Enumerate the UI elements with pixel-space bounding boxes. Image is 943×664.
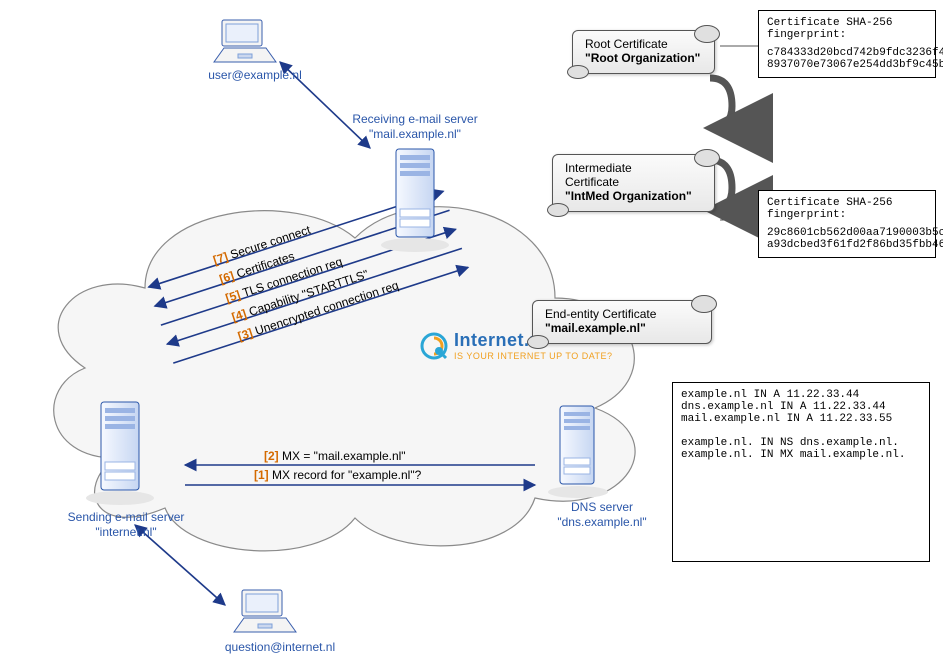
question-label: question@internet.nl — [210, 640, 350, 655]
sending-server-host: "internet.nl" — [95, 525, 156, 539]
fingerprint-header-1: Certificate SHA-256 fingerprint: — [767, 17, 927, 41]
fingerprint-end: 29c8601cb562d00aa7190003b5c17e61 a93dcbe… — [767, 227, 927, 251]
dns-server-label: DNS server "dns.example.nl" — [542, 500, 662, 530]
receiving-server-host: "mail.example.nl" — [369, 127, 461, 141]
cert-end-line1: End-entity Certificate — [545, 307, 701, 321]
step-2-num: [2] — [264, 449, 279, 463]
laptop-icon — [210, 18, 280, 66]
step-2-text: MX = "mail.example.nl" — [279, 449, 406, 463]
cert-end-scroll: End-entity Certificate "mail.example.nl" — [532, 300, 712, 344]
dns-server-host: "dns.example.nl" — [557, 515, 646, 529]
logo-icon — [420, 332, 448, 360]
step-1-num: [1] — [254, 468, 269, 482]
receiving-server-title: Receiving e-mail server — [352, 112, 477, 126]
server-icon — [370, 145, 460, 255]
receiving-server-label: Receiving e-mail server "mail.example.nl… — [325, 112, 505, 142]
step-2: [2] MX = "mail.example.nl" — [264, 449, 406, 463]
sending-server — [75, 398, 165, 511]
question-laptop — [230, 588, 300, 639]
sending-server-label: Sending e-mail server "internet.nl" — [56, 510, 196, 540]
logo-line2: IS YOUR INTERNET UP TO DATE? — [454, 351, 613, 361]
server-icon — [75, 398, 165, 508]
cert-int-line1: Intermediate — [565, 161, 704, 175]
fingerprint-header-2: Certificate SHA-256 fingerprint: — [767, 197, 927, 221]
step-1: [1] MX record for "example.nl"? — [254, 468, 421, 482]
sending-server-title: Sending e-mail server — [68, 510, 185, 524]
fingerprint-root-box: Certificate SHA-256 fingerprint: c784333… — [758, 10, 936, 78]
dns-server — [538, 402, 618, 505]
laptop-icon — [230, 588, 300, 636]
cert-int-line1b: Certificate — [565, 175, 704, 189]
step-1-text: MX record for "example.nl"? — [269, 468, 422, 482]
dns-server-title: DNS server — [571, 500, 633, 514]
cert-root-line1: Root Certificate — [585, 37, 704, 51]
cert-root-scroll: Root Certificate "Root Organization" — [572, 30, 715, 74]
cert-intermediate-scroll: Intermediate Certificate "IntMed Organiz… — [552, 154, 715, 212]
cert-root-line2: "Root Organization" — [585, 51, 704, 65]
cert-end-line2: "mail.example.nl" — [545, 321, 701, 335]
fingerprint-root: c784333d20bcd742b9fdc3236f4e509b 8937070… — [767, 47, 927, 71]
user-label: user@example.nl — [195, 68, 315, 83]
cert-int-line2: "IntMed Organization" — [565, 189, 704, 203]
receiving-server — [370, 145, 460, 258]
server-icon — [538, 402, 618, 502]
user-laptop — [210, 18, 330, 69]
fingerprint-end-box: Certificate SHA-256 fingerprint: 29c8601… — [758, 190, 936, 258]
dns-records-box: example.nl IN A 11.22.33.44 dns.example.… — [672, 382, 930, 562]
